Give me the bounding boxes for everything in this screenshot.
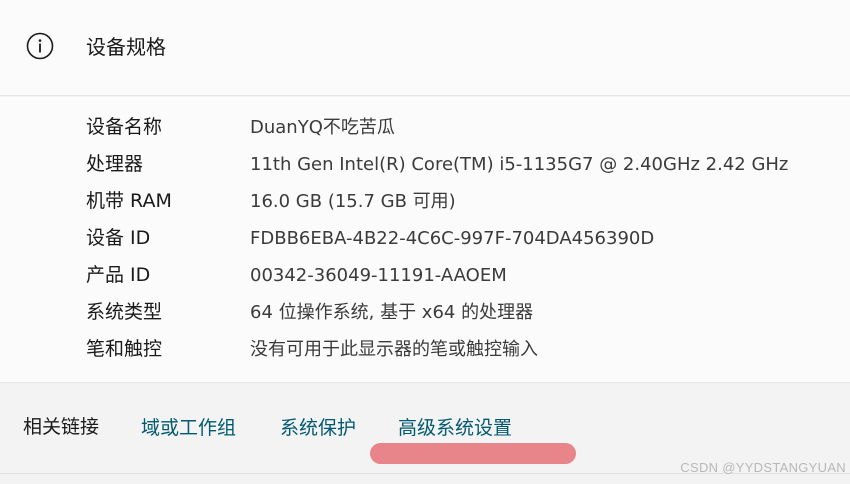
- spec-label: 处理器: [86, 153, 144, 175]
- spec-value: 16.0 GB (15.7 GB 可用): [250, 191, 456, 212]
- related-links-label: 相关链接: [23, 416, 100, 438]
- device-specs-page: 设备规格 设备名称 DuanYQ不吃苦瓜 处理器 11th Gen Intel(…: [0, 0, 850, 484]
- spec-label: 产品 ID: [86, 264, 151, 286]
- spec-row-system-type: 系统类型 64 位操作系统, 基于 x64 的处理器: [0, 294, 850, 331]
- info-icon: [26, 32, 54, 60]
- spec-row-ram: 机带 RAM 16.0 GB (15.7 GB 可用): [0, 183, 850, 220]
- spec-value: FDBB6EBA-4B22-4C6C-997F-704DA456390D: [250, 228, 655, 249]
- specs-card: 设备名称 DuanYQ不吃苦瓜 处理器 11th Gen Intel(R) Co…: [0, 97, 850, 383]
- spec-value: 没有可用于此显示器的笔或触控输入: [250, 339, 538, 360]
- highlight-annotation: [370, 443, 576, 464]
- watermark: CSDN @YYDSTANGYUAN: [680, 460, 846, 475]
- domain-workgroup-link[interactable]: 域或工作组: [141, 413, 236, 443]
- spec-value: 00342-36049-11191-AAOEM: [250, 265, 507, 286]
- spec-value: DuanYQ不吃苦瓜: [250, 117, 395, 138]
- system-protection-link[interactable]: 系统保护: [280, 413, 356, 443]
- spec-label: 系统类型: [86, 301, 163, 323]
- spec-row-pen-touch: 笔和触控 没有可用于此显示器的笔或触控输入: [0, 331, 850, 368]
- spec-row-product-id: 产品 ID 00342-36049-11191-AAOEM: [0, 257, 850, 294]
- section-title: 设备规格: [86, 35, 166, 59]
- specs-header[interactable]: 设备规格: [0, 0, 850, 96]
- spec-label: 设备 ID: [86, 227, 151, 249]
- advanced-system-settings-link[interactable]: 高级系统设置: [398, 413, 512, 443]
- spec-row-processor: 处理器 11th Gen Intel(R) Core(TM) i5-1135G7…: [0, 146, 850, 183]
- spec-row-device-name: 设备名称 DuanYQ不吃苦瓜: [0, 109, 850, 146]
- spec-value: 11th Gen Intel(R) Core(TM) i5-1135G7 @ 2…: [250, 154, 789, 175]
- spec-row-device-id: 设备 ID FDBB6EBA-4B22-4C6C-997F-704DA45639…: [0, 220, 850, 257]
- spec-label: 机带 RAM: [86, 190, 172, 212]
- spec-label: 笔和触控: [86, 338, 163, 360]
- spec-label: 设备名称: [86, 116, 163, 138]
- spec-value: 64 位操作系统, 基于 x64 的处理器: [250, 302, 534, 323]
